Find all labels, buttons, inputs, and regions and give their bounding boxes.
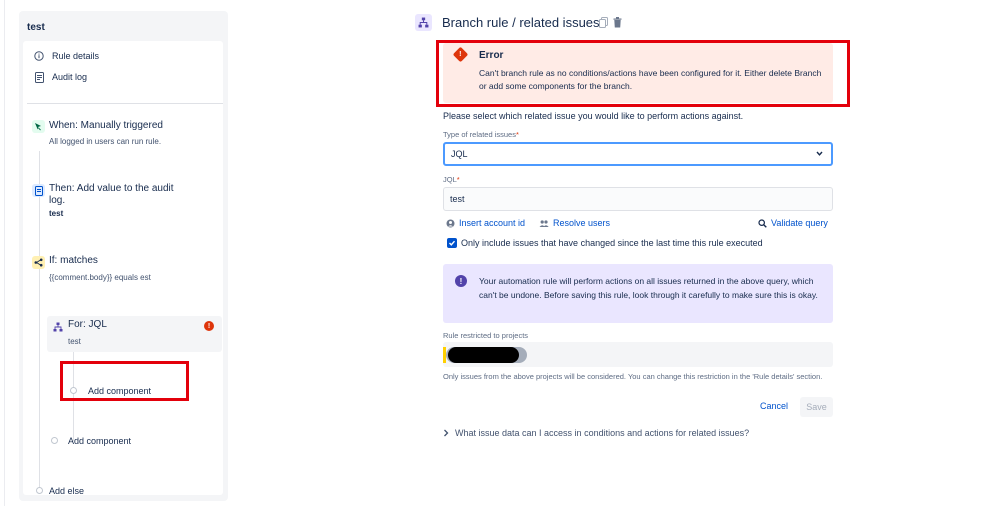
trash-icon[interactable] bbox=[612, 16, 622, 28]
error-badge-icon: ! bbox=[204, 321, 214, 331]
condition-title[interactable]: If: matches bbox=[49, 255, 98, 266]
search-icon bbox=[758, 218, 767, 228]
action-title-line1[interactable]: Then: Add value to the audit bbox=[49, 183, 174, 194]
annotation-box-error bbox=[436, 40, 850, 107]
checkmark-icon bbox=[449, 240, 456, 246]
insert-account-id-link[interactable]: Insert account id bbox=[446, 217, 525, 229]
trigger-subtitle: All logged in users can run rule. bbox=[49, 137, 162, 146]
restricted-helper-text: Only issues from the above projects will… bbox=[443, 372, 823, 381]
add-component-outer-dot bbox=[51, 437, 58, 444]
chevron-right-icon bbox=[443, 429, 449, 437]
audit-log-label: Audit log bbox=[52, 72, 88, 82]
only-changed-label[interactable]: Only include issues that have changed si… bbox=[461, 238, 763, 248]
document-icon bbox=[33, 71, 45, 83]
info-circle-icon bbox=[33, 50, 45, 62]
validate-query-label: Validate query bbox=[771, 218, 828, 228]
type-of-related-issues-select[interactable]: JQL bbox=[443, 142, 833, 166]
copy-icon[interactable] bbox=[598, 16, 608, 28]
action-value: test bbox=[49, 209, 64, 218]
editor-title: Branch rule / related issues bbox=[442, 15, 600, 30]
redacted-project-pill bbox=[446, 347, 527, 363]
instruction-text: Please select which related issue you wo… bbox=[443, 111, 744, 121]
rule-restricted-label: Rule restricted to projects bbox=[443, 331, 529, 340]
info-icon: ! bbox=[455, 275, 467, 287]
rule-name: test bbox=[27, 22, 45, 33]
jql-input[interactable]: test bbox=[443, 187, 833, 211]
only-changed-checkbox[interactable] bbox=[447, 238, 457, 248]
save-button[interactable]: Save bbox=[800, 397, 833, 417]
type-of-related-issues-label: Type of related issues* bbox=[443, 130, 519, 139]
users-icon bbox=[539, 219, 549, 228]
hierarchy-icon bbox=[415, 14, 432, 31]
type-select-value: JQL bbox=[451, 149, 468, 159]
chevron-down-icon bbox=[815, 149, 824, 160]
branch-title[interactable]: For: JQL bbox=[68, 319, 107, 330]
branch-condition-icon bbox=[32, 256, 45, 269]
jql-input-value: test bbox=[450, 194, 465, 204]
related-issues-faq-toggle[interactable]: What issue data can I access in conditio… bbox=[443, 428, 749, 438]
audit-document-icon bbox=[32, 184, 45, 197]
faq-label: What issue data can I access in conditio… bbox=[455, 428, 750, 438]
cursor-click-icon bbox=[32, 120, 45, 133]
add-else-dot bbox=[36, 487, 43, 494]
condition-subtitle: {{comment.body}} equals est bbox=[49, 273, 151, 282]
rule-details-link[interactable]: Rule details bbox=[33, 49, 99, 63]
trigger-title[interactable]: When: Manually triggered bbox=[49, 120, 163, 131]
info-message: Your automation rule will perform action… bbox=[479, 276, 818, 300]
hierarchy-icon bbox=[51, 320, 64, 333]
add-component-outer[interactable]: Add component bbox=[68, 436, 131, 446]
annotation-box-add-component bbox=[60, 361, 189, 401]
left-gutter-line bbox=[4, 0, 5, 506]
insert-account-id-label: Insert account id bbox=[459, 218, 526, 228]
branch-subtitle: test bbox=[68, 337, 81, 346]
resolve-users-label: Resolve users bbox=[553, 218, 611, 228]
rule-details-label: Rule details bbox=[52, 51, 100, 61]
add-else[interactable]: Add else bbox=[49, 486, 84, 496]
rule-components-panel: test Rule details Audit log When: Manual… bbox=[19, 11, 228, 501]
action-title-line2[interactable]: log. bbox=[49, 195, 65, 206]
jql-label: JQL* bbox=[443, 175, 460, 184]
validate-query-link[interactable]: Validate query bbox=[758, 217, 828, 229]
cancel-button[interactable]: Cancel bbox=[760, 401, 788, 411]
user-circle-icon bbox=[446, 219, 455, 228]
main-flow-line bbox=[39, 151, 40, 491]
rule-components-list: Rule details Audit log When: Manually tr… bbox=[23, 41, 223, 496]
resolve-users-link[interactable]: Resolve users bbox=[539, 217, 610, 229]
sidebar-divider bbox=[27, 103, 223, 104]
audit-log-link[interactable]: Audit log bbox=[33, 70, 87, 84]
